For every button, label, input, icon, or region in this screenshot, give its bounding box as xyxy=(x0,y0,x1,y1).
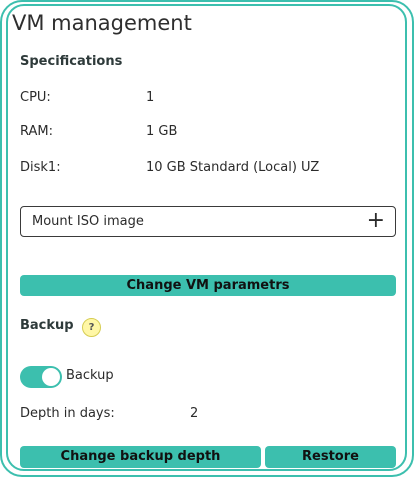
change-backup-depth-label: Change backup depth xyxy=(60,449,221,464)
cpu-label: CPU: xyxy=(20,90,51,105)
backup-toggle[interactable] xyxy=(20,366,62,388)
disk-label: Disk1: xyxy=(20,160,61,175)
specifications-heading: Specifications xyxy=(20,54,123,69)
ram-value: 1 GB xyxy=(146,124,178,139)
vm-management-panel xyxy=(6,4,407,471)
backup-heading: Backup xyxy=(20,318,74,333)
backup-toggle-label: Backup xyxy=(66,368,114,383)
panel-title: VM management xyxy=(12,11,192,35)
depth-label: Depth in days: xyxy=(20,406,115,421)
mount-iso-label: Mount ISO image xyxy=(32,214,144,229)
plus-icon[interactable]: + xyxy=(367,208,385,234)
restore-button[interactable]: Restore xyxy=(265,446,396,468)
cpu-value: 1 xyxy=(146,90,155,105)
disk-value: 10 GB Standard (Local) UZ xyxy=(146,160,320,175)
change-backup-depth-button[interactable]: Change backup depth xyxy=(20,446,261,468)
toggle-knob xyxy=(42,368,60,386)
restore-label: Restore xyxy=(302,449,359,464)
change-vm-params-label: Change VM parametrs xyxy=(126,278,290,293)
change-vm-params-button[interactable]: Change VM parametrs xyxy=(20,275,396,296)
help-icon[interactable]: ? xyxy=(82,318,101,337)
ram-label: RAM: xyxy=(20,124,53,139)
depth-value: 2 xyxy=(190,406,199,421)
mount-iso-field[interactable]: Mount ISO image + xyxy=(20,206,396,237)
